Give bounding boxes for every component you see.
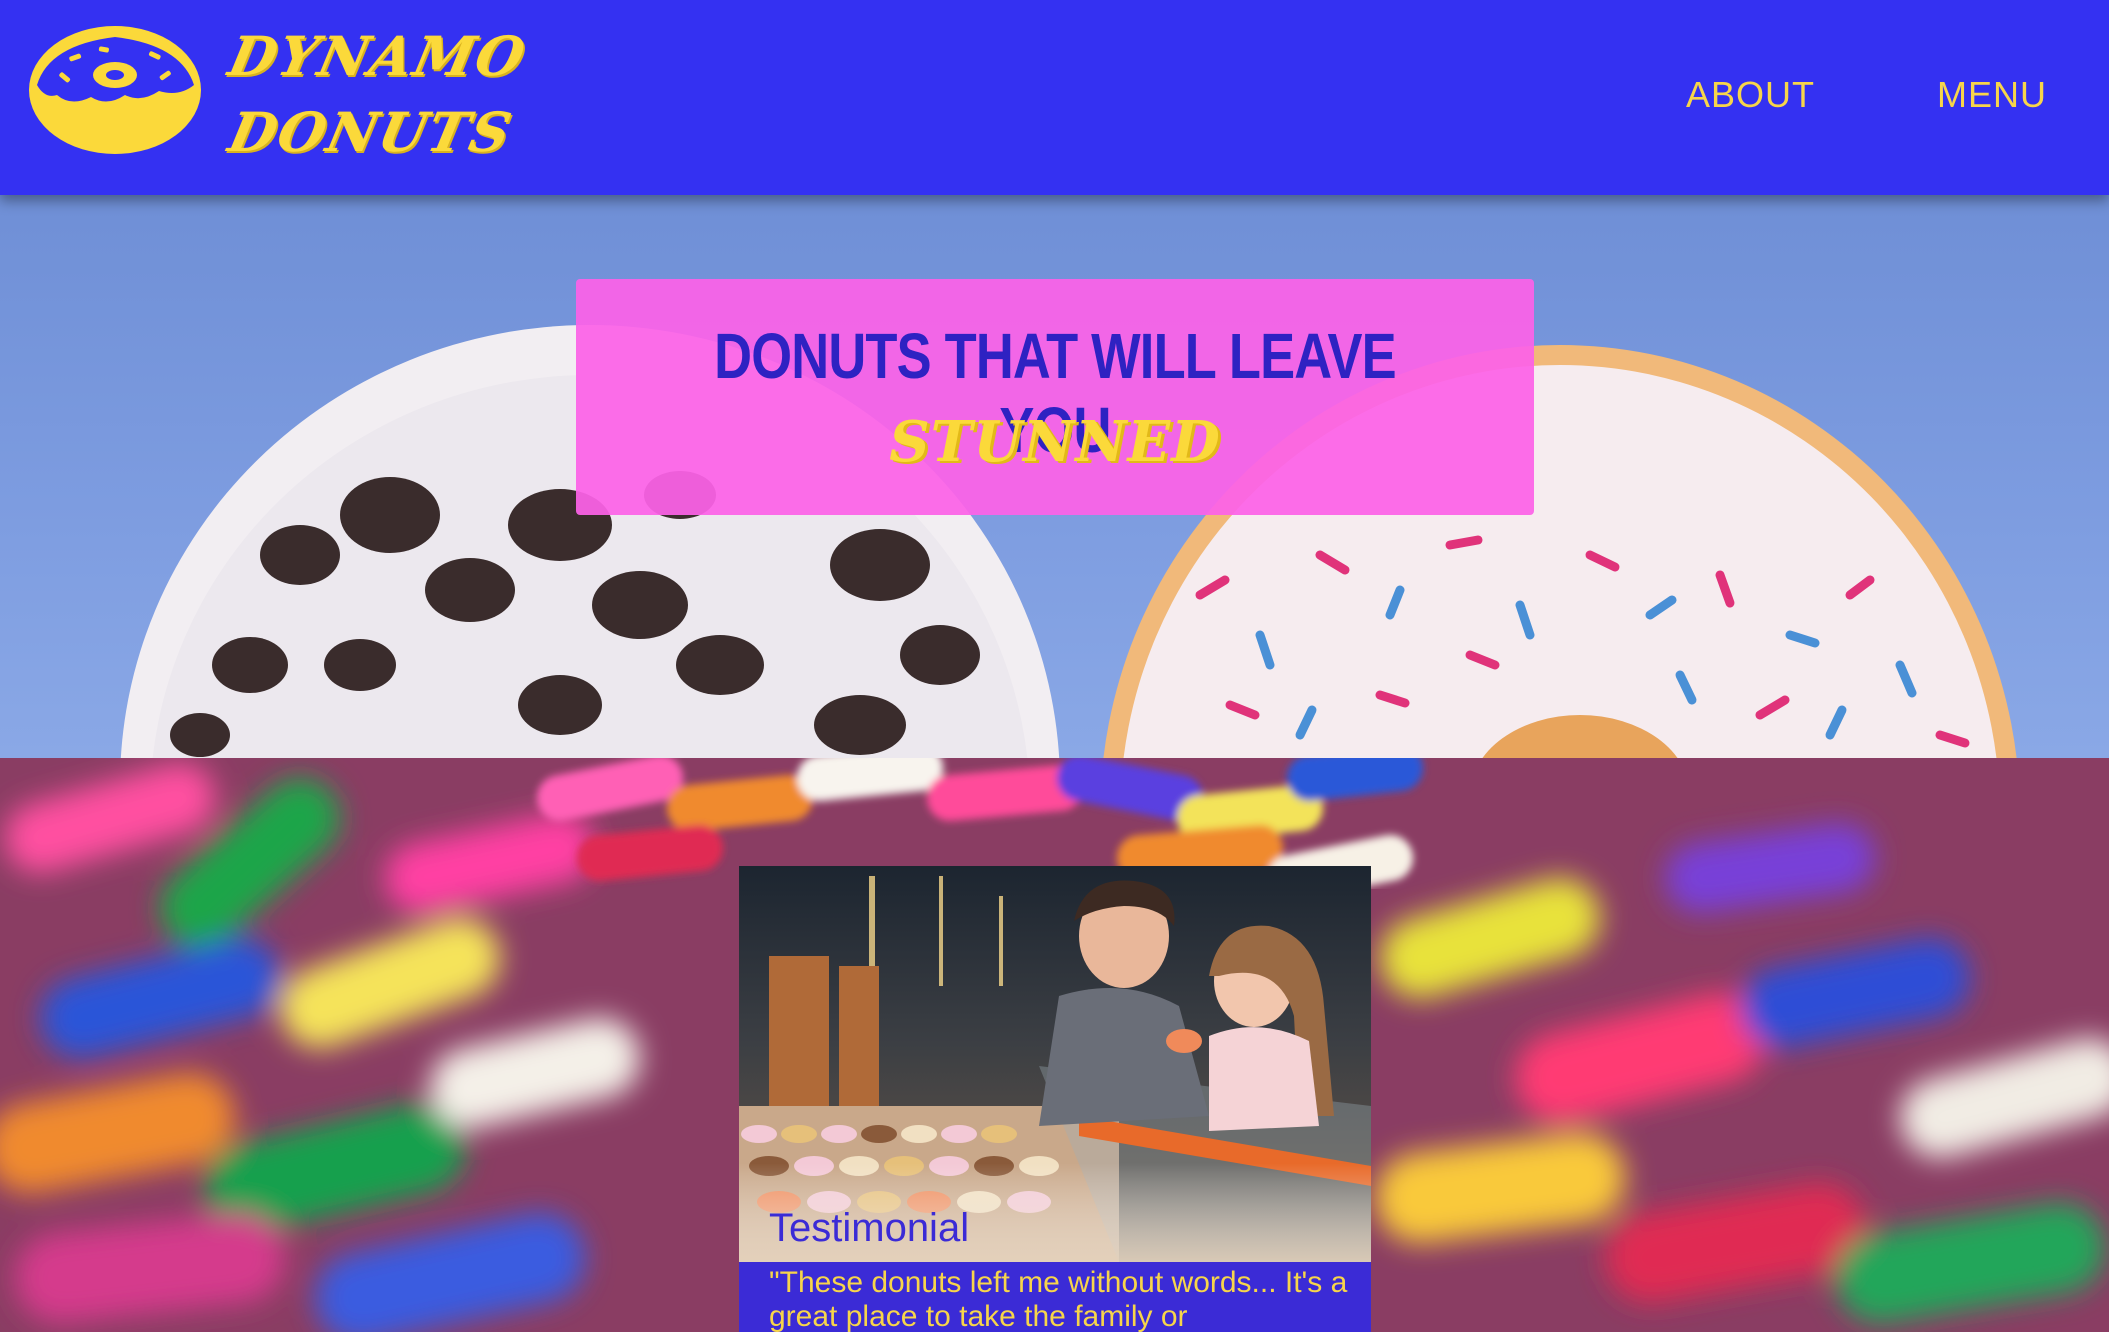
hero-banner: DONUTS THAT WILL LEAVE YOU STUNNED	[576, 279, 1534, 515]
brand-name-line1[interactable]: DYNAMO	[223, 24, 532, 88]
donut-logo-icon[interactable]	[29, 25, 202, 155]
testimonial-photo	[739, 866, 1371, 1262]
nav-about-link[interactable]: ABOUT	[1686, 74, 1815, 116]
testimonial-title: Testimonial	[769, 1206, 970, 1250]
brand-name-line2[interactable]: DONUTS	[223, 100, 518, 164]
nav-menu-link[interactable]: MENU	[1937, 74, 2047, 116]
hero-section: DONUTS THAT WILL LEAVE YOU STUNNED	[0, 195, 2109, 758]
site-header: DYNAMO DONUTS ABOUT MENU	[0, 0, 2109, 195]
hero-accent-word: STUNNED	[889, 409, 1221, 475]
testimonial-card: Testimonial "These donuts left me withou…	[739, 866, 1371, 1332]
testimonial-text: "These donuts left me without words... I…	[769, 1266, 1348, 1332]
